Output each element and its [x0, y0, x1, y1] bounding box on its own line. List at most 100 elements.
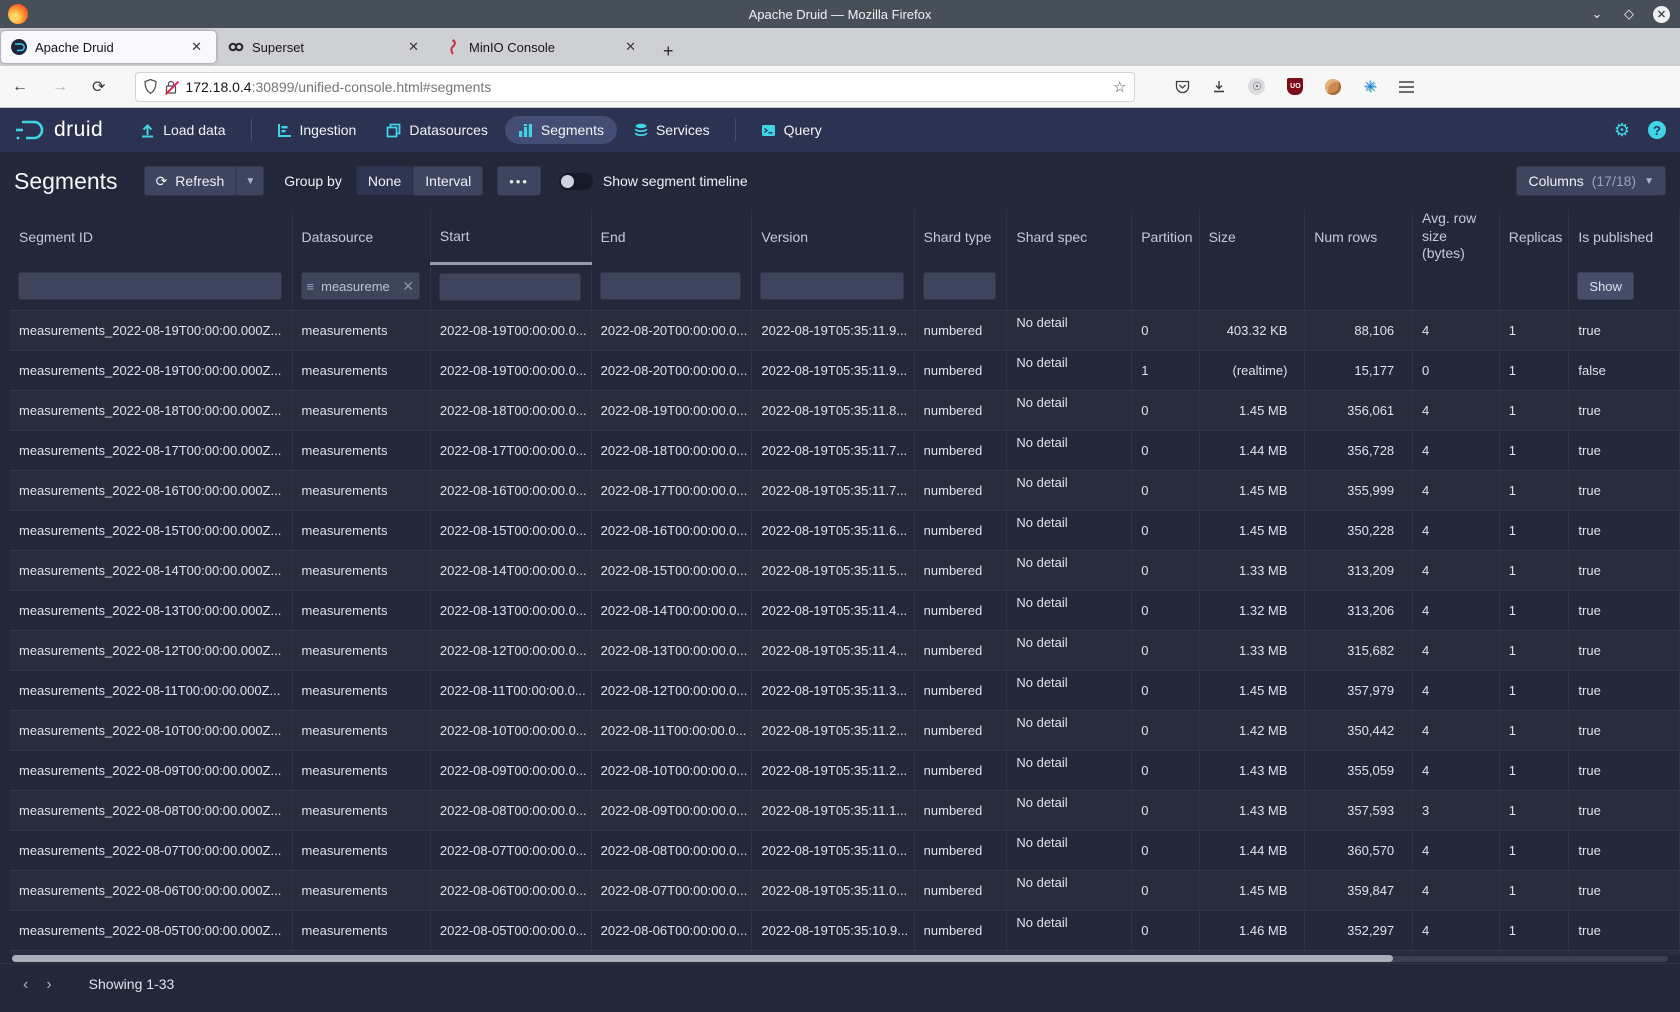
show-filter-button[interactable]: Show: [1577, 272, 1634, 300]
filter-input[interactable]: [923, 272, 997, 300]
cell-datasource[interactable]: measurements: [292, 830, 430, 870]
cell-is-published[interactable]: true: [1569, 630, 1680, 670]
cell-shard-type[interactable]: numbered: [914, 310, 1007, 350]
nav-item-ingestion[interactable]: Ingestion: [264, 116, 370, 144]
cell-start[interactable]: 2022-08-09T00:00:00.0...: [430, 750, 591, 790]
cell-num-rows[interactable]: 350,442: [1305, 710, 1413, 750]
cell-size[interactable]: 1.43 MB: [1199, 790, 1305, 830]
cell-segment-id[interactable]: measurements_2022-08-15T00:00:00.000Z...: [10, 510, 292, 550]
cell-shard-type[interactable]: numbered: [914, 430, 1007, 470]
forward-button[interactable]: →: [40, 74, 80, 100]
help-icon[interactable]: ?: [1648, 121, 1666, 139]
cell-num-rows[interactable]: 88,106: [1305, 310, 1413, 350]
cell-shard-spec[interactable]: No detail: [1007, 750, 1132, 790]
cell-shard-type[interactable]: numbered: [914, 590, 1007, 630]
cell-num-rows[interactable]: 355,059: [1305, 750, 1413, 790]
cell-partition[interactable]: 0: [1132, 390, 1199, 430]
cell-end[interactable]: 2022-08-08T00:00:00.0...: [591, 830, 752, 870]
druid-logo[interactable]: druid: [14, 118, 103, 142]
cell-avg-row-size-bytes-[interactable]: 4: [1413, 430, 1500, 470]
cell-end[interactable]: 2022-08-17T00:00:00.0...: [591, 470, 752, 510]
cell-segment-id[interactable]: measurements_2022-08-17T00:00:00.000Z...: [10, 430, 292, 470]
column-header-partition[interactable]: Partition: [1132, 210, 1199, 263]
back-button[interactable]: ←: [0, 74, 40, 100]
cell-end[interactable]: 2022-08-20T00:00:00.0...: [591, 310, 752, 350]
cell-avg-row-size-bytes-[interactable]: 4: [1413, 630, 1500, 670]
cell-num-rows[interactable]: 357,979: [1305, 670, 1413, 710]
cell-shard-type[interactable]: numbered: [914, 670, 1007, 710]
cell-segment-id[interactable]: measurements_2022-08-16T00:00:00.000Z...: [10, 470, 292, 510]
filter-input[interactable]: [18, 272, 282, 300]
cell-datasource[interactable]: measurements: [292, 910, 430, 950]
cell-shard-type[interactable]: numbered: [914, 470, 1007, 510]
filter-input[interactable]: [600, 272, 742, 300]
cell-version[interactable]: 2022-08-19T05:35:11.2...: [752, 710, 914, 750]
cell-shard-spec[interactable]: No detail: [1007, 310, 1132, 350]
cell-size[interactable]: 1.33 MB: [1199, 630, 1305, 670]
new-tab-button[interactable]: +: [651, 41, 686, 66]
cell-version[interactable]: 2022-08-19T05:35:11.4...: [752, 630, 914, 670]
cell-replicas[interactable]: 1: [1499, 670, 1569, 710]
cell-avg-row-size-bytes-[interactable]: 4: [1413, 670, 1500, 710]
cell-datasource[interactable]: measurements: [292, 790, 430, 830]
cell-version[interactable]: 2022-08-19T05:35:11.4...: [752, 590, 914, 630]
cell-replicas[interactable]: 1: [1499, 470, 1569, 510]
cell-avg-row-size-bytes-[interactable]: 4: [1413, 310, 1500, 350]
cell-replicas[interactable]: 1: [1499, 430, 1569, 470]
cell-version[interactable]: 2022-08-19T05:35:11.9...: [752, 350, 914, 390]
cell-start[interactable]: 2022-08-12T00:00:00.0...: [430, 630, 591, 670]
nav-item-services[interactable]: Services: [621, 116, 723, 144]
cell-datasource[interactable]: measurements: [292, 510, 430, 550]
filter-input[interactable]: [439, 273, 581, 301]
cell-shard-spec[interactable]: No detail: [1007, 470, 1132, 510]
cell-partition[interactable]: 0: [1132, 710, 1199, 750]
cell-size[interactable]: 1.45 MB: [1199, 470, 1305, 510]
cell-end[interactable]: 2022-08-19T00:00:00.0...: [591, 390, 752, 430]
remove-tag-icon[interactable]: ✕: [402, 278, 414, 295]
refresh-caret-button[interactable]: ▼: [236, 166, 264, 196]
cell-segment-id[interactable]: measurements_2022-08-10T00:00:00.000Z...: [10, 710, 292, 750]
gear-icon[interactable]: ⚙: [1614, 120, 1630, 141]
cell-segment-id[interactable]: measurements_2022-08-06T00:00:00.000Z...: [10, 870, 292, 910]
cell-start[interactable]: 2022-08-19T00:00:00.0...: [430, 350, 591, 390]
cell-start[interactable]: 2022-08-17T00:00:00.0...: [430, 430, 591, 470]
cell-size[interactable]: 1.45 MB: [1199, 870, 1305, 910]
scrollbar-thumb[interactable]: [12, 955, 1393, 962]
cell-shard-type[interactable]: numbered: [914, 630, 1007, 670]
cell-start[interactable]: 2022-08-06T00:00:00.0...: [430, 870, 591, 910]
cell-segment-id[interactable]: measurements_2022-08-18T00:00:00.000Z...: [10, 390, 292, 430]
cell-datasource[interactable]: measurements: [292, 630, 430, 670]
cell-version[interactable]: 2022-08-19T05:35:11.7...: [752, 470, 914, 510]
cell-is-published[interactable]: true: [1569, 750, 1680, 790]
cell-size[interactable]: 403.32 KB: [1199, 310, 1305, 350]
cell-shard-type[interactable]: numbered: [914, 550, 1007, 590]
cell-end[interactable]: 2022-08-07T00:00:00.0...: [591, 870, 752, 910]
nav-item-load-data[interactable]: Load data: [127, 116, 238, 144]
cell-shard-type[interactable]: numbered: [914, 790, 1007, 830]
cell-avg-row-size-bytes-[interactable]: 4: [1413, 910, 1500, 950]
cell-avg-row-size-bytes-[interactable]: 0: [1413, 350, 1500, 390]
group-by-interval-button[interactable]: Interval: [413, 166, 483, 196]
cell-replicas[interactable]: 1: [1499, 830, 1569, 870]
ublock-shield-icon[interactable]: UO: [1287, 78, 1303, 95]
cell-is-published[interactable]: true: [1569, 550, 1680, 590]
browser-tab[interactable]: MinIO Console✕: [435, 31, 650, 63]
cell-segment-id[interactable]: measurements_2022-08-19T00:00:00.000Z...: [10, 310, 292, 350]
cell-shard-spec[interactable]: No detail: [1007, 550, 1132, 590]
cell-partition[interactable]: 0: [1132, 550, 1199, 590]
cell-avg-row-size-bytes-[interactable]: 4: [1413, 710, 1500, 750]
column-header-size[interactable]: Size: [1199, 210, 1305, 263]
cell-avg-row-size-bytes-[interactable]: 3: [1413, 790, 1500, 830]
cell-size[interactable]: 1.45 MB: [1199, 390, 1305, 430]
cell-end[interactable]: 2022-08-06T00:00:00.0...: [591, 910, 752, 950]
cell-datasource[interactable]: measurements: [292, 710, 430, 750]
cell-shard-type[interactable]: numbered: [914, 870, 1007, 910]
cell-num-rows[interactable]: 356,728: [1305, 430, 1413, 470]
cell-num-rows[interactable]: 350,228: [1305, 510, 1413, 550]
window-minimize-button[interactable]: ⌄: [1589, 6, 1605, 22]
column-header-shard-type[interactable]: Shard type: [914, 210, 1007, 263]
cell-size[interactable]: 1.46 MB: [1199, 910, 1305, 950]
cell-replicas[interactable]: 1: [1499, 750, 1569, 790]
cell-is-published[interactable]: true: [1569, 590, 1680, 630]
url-bar[interactable]: 172.18.0.4:30899/unified-console.html#se…: [135, 72, 1135, 102]
